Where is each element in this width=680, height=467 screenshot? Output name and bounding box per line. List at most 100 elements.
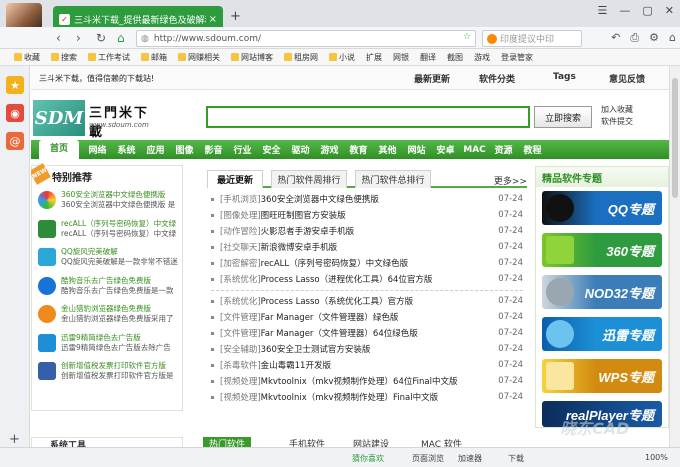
featured-item-title[interactable]: 创新增值税发票打印软件官方版 — [61, 361, 174, 371]
update-row[interactable]: [安全辅助] 360安全卫士测试官方安装版 07-24 — [211, 342, 523, 356]
featured-item[interactable]: QQ旋风完美破解 QQ旋风完美破解是一款非常不错迷 — [32, 243, 182, 272]
topic-banner-nod32[interactable]: NOD32专题 — [542, 275, 662, 309]
nav-item[interactable]: MAC — [460, 145, 489, 155]
nav-item[interactable]: 资源 — [489, 143, 518, 156]
top-link-tags[interactable]: Tags — [553, 72, 576, 82]
nav-item[interactable]: 游戏 — [315, 143, 344, 156]
fav-item[interactable]: 登录管家 — [501, 52, 533, 63]
nav-item[interactable]: 网站 — [402, 143, 431, 156]
tab-total[interactable]: 热门软件总排行 — [355, 170, 431, 188]
fav-item[interactable]: 租房网 — [284, 52, 318, 63]
home-tool-icon[interactable]: ⌂ — [669, 31, 676, 45]
reload-icon[interactable]: ↻ — [96, 31, 106, 45]
home-icon[interactable]: ⌂ — [117, 31, 125, 45]
more-link[interactable]: 更多>> — [494, 174, 527, 187]
menu-icon[interactable]: ☰ — [598, 4, 608, 17]
bottom-tab-mobile[interactable]: 手机软件 — [289, 437, 325, 447]
update-row[interactable]: [动作冒险] 火影忍者手游安卓手机版 07-24 — [211, 224, 523, 238]
featured-item-title[interactable]: 金山猎豹浏览器绿色免费版 — [61, 304, 174, 314]
back-icon[interactable]: ‹ — [56, 31, 61, 45]
search-box[interactable]: 印度提议中印 — [482, 30, 582, 47]
site-logo[interactable]: SDM 三門米下載 www.sdoum.com — [33, 100, 159, 140]
update-title[interactable]: Far Manager（文件管理器）64位绿色版 — [261, 327, 493, 339]
sidebar-add-icon[interactable]: + — [9, 432, 20, 447]
scrollbar-thumb[interactable] — [672, 78, 678, 198]
top-link-feedback[interactable]: 意见反馈 — [609, 72, 645, 85]
update-title[interactable]: Far Manager（文件管理器）绿色版 — [261, 311, 493, 323]
update-category[interactable]: [文件管理] — [220, 311, 261, 323]
nav-item[interactable]: 驱动 — [286, 143, 315, 156]
fav-item[interactable]: 小说 — [329, 52, 355, 63]
fav-item[interactable]: 邮箱 — [141, 52, 167, 63]
topic-banner-qq[interactable]: QQ专题 — [542, 191, 662, 225]
user-avatar[interactable] — [6, 3, 42, 30]
update-row[interactable]: [杀毒软件] 金山毒霸11开发版 07-24 — [211, 358, 523, 372]
update-title[interactable]: 图旺旺制图官方安装版 — [261, 209, 493, 221]
update-title[interactable]: Mkvtoolnix（mkv视频制作处理）Final中文版 — [261, 391, 493, 403]
status-browse[interactable]: 页面浏览 — [412, 453, 444, 464]
nav-item[interactable]: 教程 — [518, 143, 547, 156]
star-icon[interactable]: ★ — [6, 76, 24, 94]
site-search-button[interactable]: 立即搜索 — [534, 106, 592, 128]
update-category[interactable]: [视频处理] — [220, 375, 261, 387]
update-row[interactable]: [系统优化] Process Lasso（系统优化工具）官方版 07-24 — [211, 294, 523, 308]
add-favorite-link[interactable]: 加入收藏 — [601, 104, 633, 116]
update-row[interactable]: [文件管理] Far Manager（文件管理器）绿色版 07-24 — [211, 310, 523, 324]
tab-weekly[interactable]: 热门软件周排行 — [271, 170, 347, 188]
address-bar[interactable]: ◍ http://www.sdoum.com/ ☆ — [136, 30, 476, 47]
nav-item[interactable]: 行业 — [228, 143, 257, 156]
featured-item[interactable]: 迅雷9精简绿色去广告版 迅雷9精简绿色去广告版去除广告 — [32, 329, 182, 358]
topic-banner-360[interactable]: 360专题 — [542, 233, 662, 267]
update-category[interactable]: [系统优化] — [220, 273, 261, 285]
mail-icon[interactable]: @ — [6, 132, 24, 150]
update-category[interactable]: [动作冒险] — [220, 225, 261, 237]
update-title[interactable]: 360安全浏览器中文绿色便携版 — [261, 193, 493, 205]
featured-item[interactable]: recALL（序列号密码恢复）中文绿 recALL（序列号密码恢复）中文绿 — [32, 215, 182, 244]
featured-item-title[interactable]: 酷狗音乐去广告绿色免费版 — [61, 276, 174, 286]
nav-item[interactable]: 安全 — [257, 143, 286, 156]
bottom-tab-mac[interactable]: MAC 软件 — [421, 437, 462, 447]
weibo-icon[interactable]: ◉ — [6, 104, 24, 122]
featured-item-title[interactable]: 360安全浏览器中文绿色便携版 — [61, 190, 175, 200]
maximize-icon[interactable]: ▢ — [642, 4, 652, 17]
update-row[interactable]: [社交聊天] 新浪微博安卓手机版 07-24 — [211, 240, 523, 254]
featured-item[interactable]: 360安全浏览器中文绿色便携版 360安全浏览器中文绿色便携版 是 — [32, 186, 182, 215]
featured-item[interactable]: 创新增值税发票打印软件官方版 创新增值税发票打印软件官方版是 — [32, 357, 182, 386]
update-row[interactable]: [视频处理] Mkvtoolnix（mkv视频制作处理）64位Final中文版 07… — [211, 374, 523, 388]
bottom-tab-hot[interactable]: 热门软件 — [203, 437, 252, 447]
update-row[interactable]: [文件管理] Far Manager（文件管理器）64位绿色版 07-24 — [211, 326, 523, 340]
submit-software-link[interactable]: 软件提交 — [601, 116, 633, 128]
update-title[interactable]: Mkvtoolnix（mkv视频制作处理）64位Final中文版 — [261, 375, 493, 387]
topic-banner-wps[interactable]: WPS专题 — [542, 359, 662, 393]
update-category[interactable]: [文件管理] — [220, 327, 261, 339]
bottom-tab-web[interactable]: 网站建设 — [353, 437, 389, 447]
update-category[interactable]: [系统优化] — [220, 295, 261, 307]
update-row[interactable]: [图像处理] 图旺旺制图官方安装版 07-24 — [211, 208, 523, 222]
update-row[interactable]: [系统优化] Process Lasso（进程优化工具）64位官方版 07-24 — [211, 272, 523, 286]
nav-item-home[interactable]: 首页 — [39, 140, 79, 159]
update-category[interactable]: [加密解密] — [220, 257, 261, 269]
new-tab-button[interactable]: + — [230, 9, 241, 24]
fav-item[interactable]: 游戏 — [474, 52, 490, 63]
fav-item[interactable]: 工作考试 — [88, 52, 130, 63]
fav-item[interactable]: 翻译 — [420, 52, 436, 63]
nav-item[interactable]: 安卓 — [431, 143, 460, 156]
nav-item[interactable]: 应用 — [141, 143, 170, 156]
update-title[interactable]: 新浪微博安卓手机版 — [261, 241, 493, 253]
top-link-categories[interactable]: 软件分类 — [479, 72, 515, 85]
tab-latest[interactable]: 最近更新 — [207, 170, 263, 188]
update-category[interactable]: [手机浏览] — [220, 193, 261, 205]
site-search-input[interactable] — [206, 106, 530, 128]
update-category[interactable]: [图像处理] — [220, 209, 261, 221]
update-category[interactable]: [社交聊天] — [220, 241, 261, 253]
vertical-scrollbar[interactable] — [669, 66, 680, 447]
update-category[interactable]: [视频处理] — [220, 391, 261, 403]
featured-item[interactable]: 酷狗音乐去广告绿色免费版 酷狗音乐去广告绿色免费版是一款 — [32, 272, 182, 301]
fav-item[interactable]: 扩展 — [366, 52, 382, 63]
featured-item-title[interactable]: QQ旋风完美破解 — [61, 247, 178, 257]
status-zoom[interactable]: 100% — [645, 453, 668, 462]
nav-item[interactable]: 影音 — [199, 143, 228, 156]
update-category[interactable]: [杀毒软件] — [220, 359, 261, 371]
update-title[interactable]: 360安全卫士测试官方安装版 — [261, 343, 493, 355]
print-icon[interactable]: ⎙ — [630, 31, 639, 45]
